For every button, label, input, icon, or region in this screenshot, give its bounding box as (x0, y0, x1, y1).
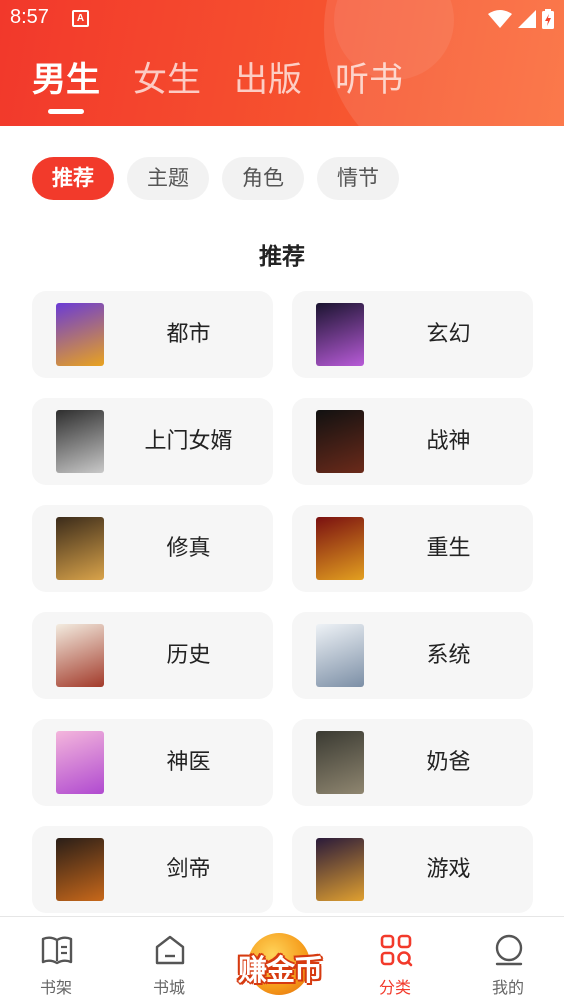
chip-plot[interactable]: 情节 (317, 157, 399, 200)
category-card[interactable]: 上门女婿 (32, 398, 273, 485)
category-card[interactable]: 神医 (32, 719, 273, 806)
category-label: 上门女婿 (144, 429, 233, 454)
book-cover (316, 731, 364, 794)
tab-audiobook[interactable]: 听书 (335, 58, 403, 102)
category-label: 历史 (166, 643, 211, 668)
earn-coins-label: 赚金币 (237, 953, 323, 987)
wifi-icon (488, 10, 512, 28)
category-label: 游戏 (426, 857, 471, 882)
chip-recommend[interactable]: 推荐 (32, 157, 114, 200)
home-icon (155, 935, 185, 965)
category-icon (380, 934, 413, 967)
book-cover (316, 303, 364, 366)
signal-icon (518, 10, 536, 28)
category-card[interactable]: 都市 (32, 291, 273, 378)
tab-female[interactable]: 女生 (133, 58, 201, 102)
tab-publish[interactable]: 出版 (234, 58, 302, 102)
bookshelf-icon (41, 936, 73, 965)
nav-bookstore[interactable]: 书城 (113, 917, 225, 1004)
section-title: 推荐 (259, 244, 305, 270)
category-label: 战神 (426, 429, 471, 454)
book-cover (316, 517, 364, 580)
book-cover (56, 624, 104, 687)
top-tabs: 男生 女生 出版 听书 (32, 58, 403, 114)
category-label: 重生 (426, 536, 471, 561)
category-card[interactable]: 修真 (32, 505, 273, 592)
category-card[interactable]: 游戏 (292, 826, 533, 913)
book-cover (316, 624, 364, 687)
category-card[interactable]: 历史 (32, 612, 273, 699)
category-card[interactable]: 系统 (292, 612, 533, 699)
category-card[interactable]: 奶爸 (292, 719, 533, 806)
book-cover (316, 838, 364, 901)
book-cover (56, 838, 104, 901)
app-notification-icon: A (72, 10, 89, 27)
book-cover (56, 410, 104, 473)
category-label: 神医 (166, 750, 211, 775)
category-label: 修真 (166, 536, 211, 561)
nav-bookshelf[interactable]: 书架 (0, 917, 112, 1004)
status-time: 8:57 (10, 6, 49, 28)
tab-male[interactable]: 男生 (32, 58, 100, 114)
nav-label: 书架 (39, 978, 72, 997)
book-cover (56, 731, 104, 794)
nav-category[interactable]: 分类 (339, 917, 451, 1004)
status-bar: 8:57 A (0, 0, 564, 40)
nav-label: 书城 (152, 978, 185, 997)
earn-coins-button[interactable]: 赚金币 (232, 927, 328, 1001)
category-card[interactable]: 剑帝 (32, 826, 273, 913)
book-cover (56, 517, 104, 580)
bottom-nav: 书架 书城 赚金币 分类 我的 (0, 916, 564, 1004)
status-icons (488, 8, 554, 30)
category-label: 剑帝 (166, 857, 211, 882)
category-card[interactable]: 重生 (292, 505, 533, 592)
nav-profile[interactable]: 我的 (452, 917, 564, 1004)
battery-icon (542, 9, 554, 29)
nav-label: 我的 (491, 978, 524, 997)
book-cover (316, 410, 364, 473)
category-card[interactable]: 玄幻 (292, 291, 533, 378)
chip-theme[interactable]: 主题 (127, 157, 209, 200)
category-label: 奶爸 (426, 750, 471, 775)
nav-label: 分类 (378, 978, 411, 997)
book-cover (56, 303, 104, 366)
category-label: 都市 (166, 322, 211, 347)
category-grid: 都市 玄幻 上门女婿 战神 修真 重生 历史 系统 神医 奶爸 剑帝 游戏 (32, 291, 533, 913)
header: 8:57 A 男生 女生 出版 听书 (0, 0, 564, 126)
category-label: 玄幻 (426, 322, 471, 347)
chip-role[interactable]: 角色 (222, 157, 304, 200)
filter-chips: 推荐 主题 角色 情节 (32, 157, 399, 200)
profile-icon (495, 934, 523, 966)
category-label: 系统 (426, 643, 471, 668)
category-card[interactable]: 战神 (292, 398, 533, 485)
